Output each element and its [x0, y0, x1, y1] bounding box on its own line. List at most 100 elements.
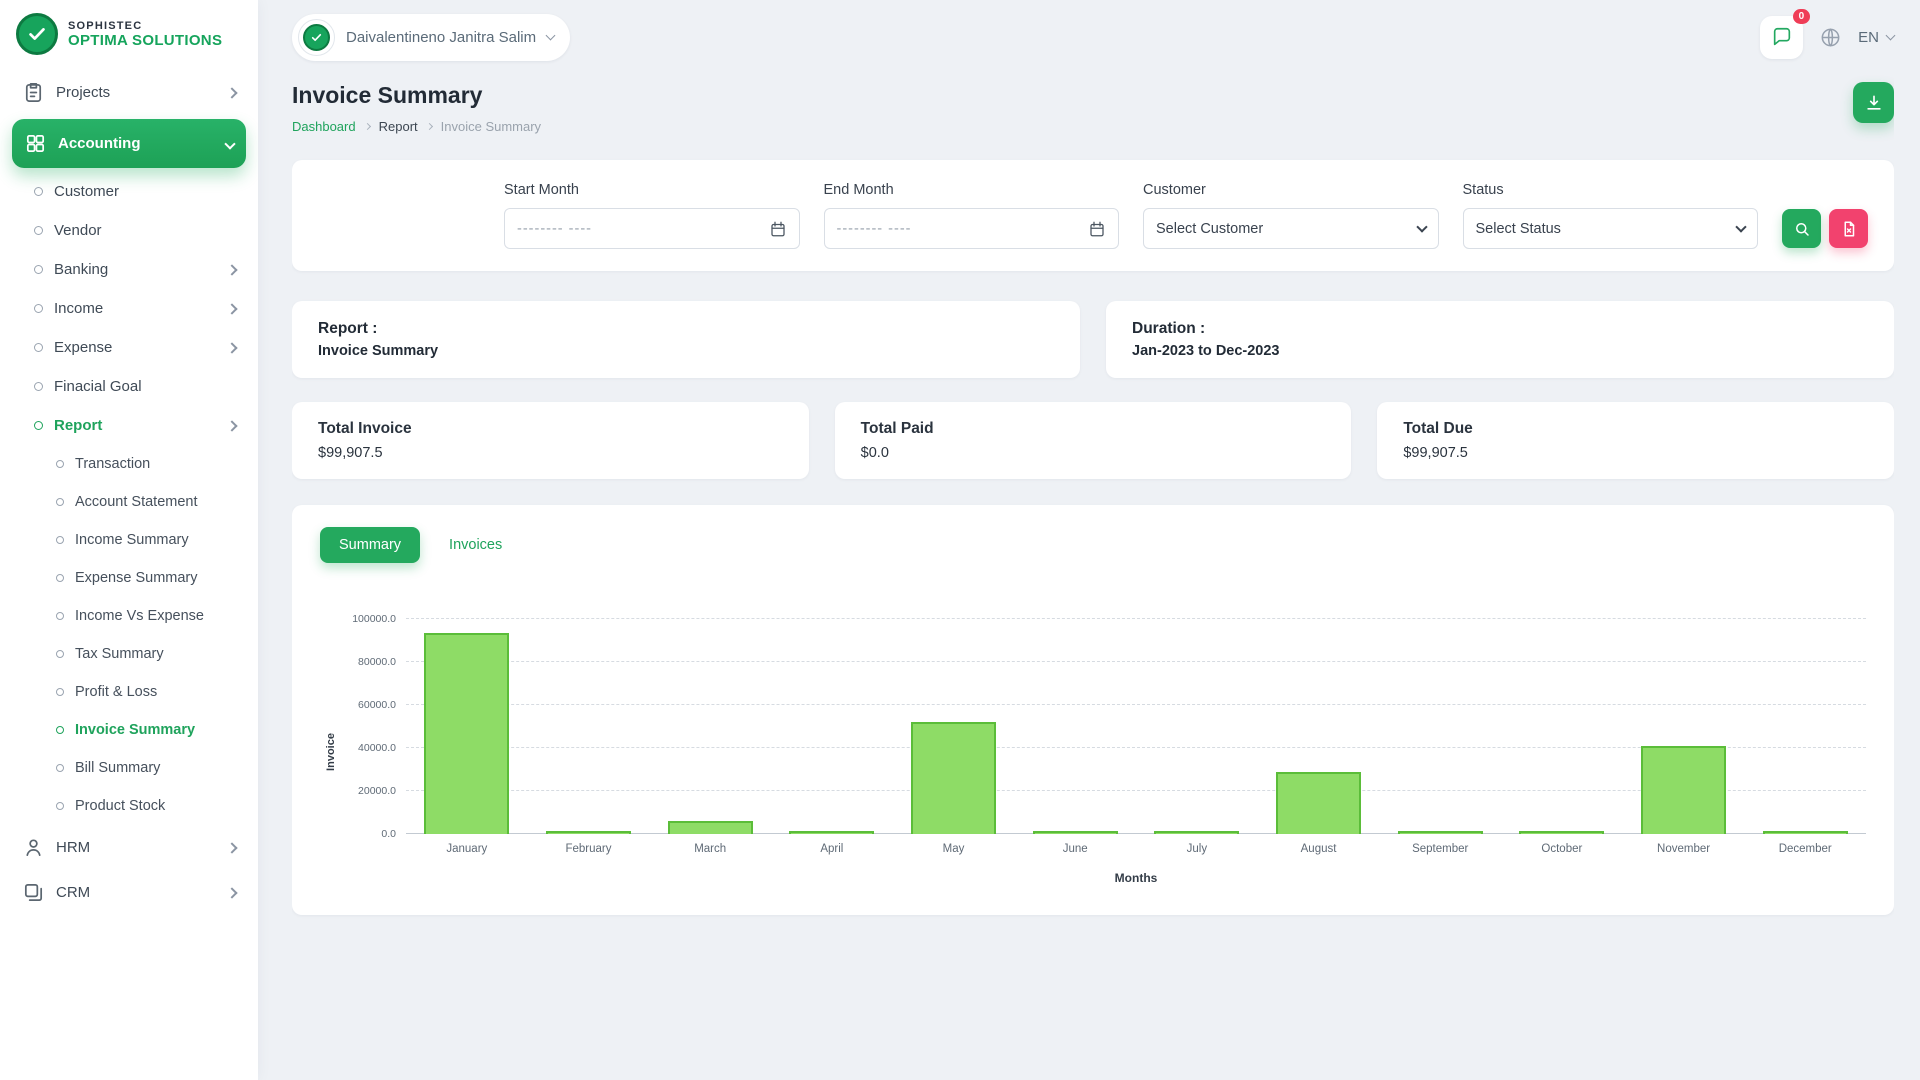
- bar-january[interactable]: [424, 632, 510, 834]
- breadcrumb-dashboard[interactable]: Dashboard: [292, 119, 356, 134]
- chevron-down-icon: [545, 30, 556, 41]
- sidebar-item-hrm[interactable]: HRM: [10, 825, 248, 870]
- bar-december[interactable]: [1762, 831, 1848, 834]
- bar-may[interactable]: [910, 722, 997, 834]
- status-label: Status: [1462, 182, 1504, 198]
- chevron-down-icon: [1735, 220, 1747, 233]
- avatar: [298, 18, 335, 56]
- x-tick-label: January: [446, 843, 488, 855]
- end-month-input[interactable]: -------- ----: [823, 208, 1119, 249]
- sidebar-item-tax-summary[interactable]: Tax Summary: [10, 635, 248, 673]
- chart-tabs: Summary Invoices: [320, 527, 1866, 563]
- messages-button[interactable]: 0: [1760, 8, 1811, 59]
- search-button[interactable]: [1782, 209, 1821, 248]
- tab-summary[interactable]: Summary: [320, 527, 421, 563]
- start-month-input[interactable]: -------- ----: [504, 208, 800, 249]
- bar-column-october: [1501, 619, 1623, 834]
- customer-field: Customer Select Customer: [1143, 182, 1439, 249]
- sidebar-item-account-statement[interactable]: Account Statement: [10, 483, 248, 521]
- bar-november[interactable]: [1640, 745, 1727, 834]
- sidebar-item-label: Invoice Summary: [75, 722, 196, 738]
- sidebar-item-label: Income Vs Expense: [75, 608, 204, 624]
- sidebar-item-customer[interactable]: Customer: [10, 172, 248, 211]
- bar-column-september: [1379, 619, 1501, 834]
- bar-august[interactable]: [1275, 771, 1362, 834]
- customer-select[interactable]: Select Customer: [1143, 208, 1439, 249]
- sidebar-item-expense-summary[interactable]: Expense Summary: [10, 559, 248, 597]
- clear-filter-button[interactable]: [1829, 209, 1868, 248]
- x-tick-label: August: [1300, 843, 1337, 855]
- sidebar-item-finacial-goal[interactable]: Finacial Goal: [10, 367, 248, 406]
- sidebar-item-report[interactable]: Report: [10, 406, 248, 445]
- chevron-right-icon: [226, 841, 238, 854]
- brand-logo[interactable]: SOPHISTEC OPTIMA SOLUTIONS: [0, 0, 258, 68]
- sidebar-item-label: HRM: [56, 839, 91, 856]
- language-label: EN: [1858, 28, 1879, 46]
- sidebar-item-projects[interactable]: Projects: [10, 70, 248, 115]
- sidebar-item-vendor[interactable]: Vendor: [10, 211, 248, 250]
- sidebar-item-label: Bill Summary: [75, 760, 161, 776]
- sidebar-item-income-vs-expense[interactable]: Income Vs Expense: [10, 597, 248, 635]
- total-due-card: Total Due $99,907.5: [1377, 402, 1894, 479]
- breadcrumb-report[interactable]: Report: [379, 119, 418, 134]
- chevron-down-icon: [1415, 220, 1428, 233]
- total-paid-value: $0.0: [860, 445, 889, 461]
- user-menu[interactable]: Daivalentineno Janitra Salim: [292, 13, 571, 61]
- status-select[interactable]: Select Status: [1462, 208, 1758, 249]
- brand-name: SOPHISTEC OPTIMA SOLUTIONS: [68, 20, 222, 49]
- tab-invoices[interactable]: Invoices: [430, 527, 521, 563]
- y-axis-ticks: 0.0 20000.0 40000.0 60000.0 80000.0 100000.0: [342, 613, 406, 840]
- sidebar-item-profit-loss[interactable]: Profit & Loss: [10, 673, 248, 711]
- sidebar-item-label: Report: [54, 417, 103, 434]
- sidebar-item-label: CRM: [56, 884, 91, 901]
- y-tick-label: 60000.0: [358, 699, 396, 711]
- bar-april[interactable]: [789, 831, 875, 834]
- sidebar-item-bill-summary[interactable]: Bill Summary: [10, 749, 248, 787]
- sidebar-item-expense[interactable]: Expense: [10, 328, 248, 367]
- bar-february[interactable]: [545, 831, 632, 834]
- report-label: Report :: [318, 320, 378, 337]
- bar-column-august: [1258, 619, 1380, 834]
- sidebar-item-crm[interactable]: CRM: [10, 870, 248, 915]
- start-month-label: Start Month: [504, 182, 579, 198]
- download-button[interactable]: [1853, 82, 1894, 123]
- customer-label: Customer: [1143, 182, 1206, 198]
- messages-badge: 0: [1792, 8, 1811, 24]
- plot-area: [406, 618, 1866, 834]
- bar-column-march: [649, 619, 771, 834]
- y-axis-title: Invoice: [325, 733, 337, 771]
- sidebar-item-label: Tax Summary: [75, 646, 164, 662]
- bar-march[interactable]: [667, 821, 753, 834]
- sidebar-item-label: Finacial Goal: [54, 378, 142, 395]
- bullet-icon: [56, 650, 64, 658]
- sidebar-item-accounting[interactable]: Accounting: [12, 119, 246, 168]
- end-month-field: End Month -------- ----: [823, 182, 1119, 249]
- bar-column-april: [771, 619, 893, 834]
- globe-icon[interactable]: [1819, 26, 1842, 49]
- bullet-icon: [56, 536, 64, 544]
- sidebar-item-label: Expense Summary: [75, 570, 198, 586]
- sidebar-item-income[interactable]: Income: [10, 289, 248, 328]
- language-selector[interactable]: EN: [1858, 28, 1896, 46]
- sidebar-item-label: Customer: [54, 183, 120, 200]
- x-tick-label: July: [1186, 843, 1208, 855]
- sidebar-item-transaction[interactable]: Transaction: [10, 445, 248, 483]
- sidebar-item-label: Projects: [56, 84, 111, 101]
- main-area: Daivalentineno Janitra Salim 0 EN Invoic…: [258, 0, 1920, 1080]
- bar-july[interactable]: [1154, 831, 1240, 834]
- y-tick-label: 40000.0: [358, 742, 396, 754]
- search-icon: [1795, 222, 1809, 236]
- sidebar-item-invoice-summary[interactable]: Invoice Summary: [10, 711, 248, 749]
- bar-september[interactable]: [1397, 831, 1483, 834]
- brand-name-top: SOPHISTEC: [68, 19, 143, 32]
- sidebar-item-banking[interactable]: Banking: [10, 250, 248, 289]
- bullet-icon: [56, 460, 64, 468]
- bar-october[interactable]: [1519, 831, 1605, 834]
- sidebar-item-product-stock[interactable]: Product Stock: [10, 787, 248, 825]
- bar-column-november: [1623, 619, 1745, 834]
- sidebar-item-income-summary[interactable]: Income Summary: [10, 521, 248, 559]
- x-tick-label: November: [1657, 843, 1711, 855]
- layers-icon: [22, 881, 45, 904]
- sidebar-menu: Projects Accounting Customer Vendor Banking I…: [0, 68, 258, 1080]
- bar-june[interactable]: [1032, 831, 1118, 834]
